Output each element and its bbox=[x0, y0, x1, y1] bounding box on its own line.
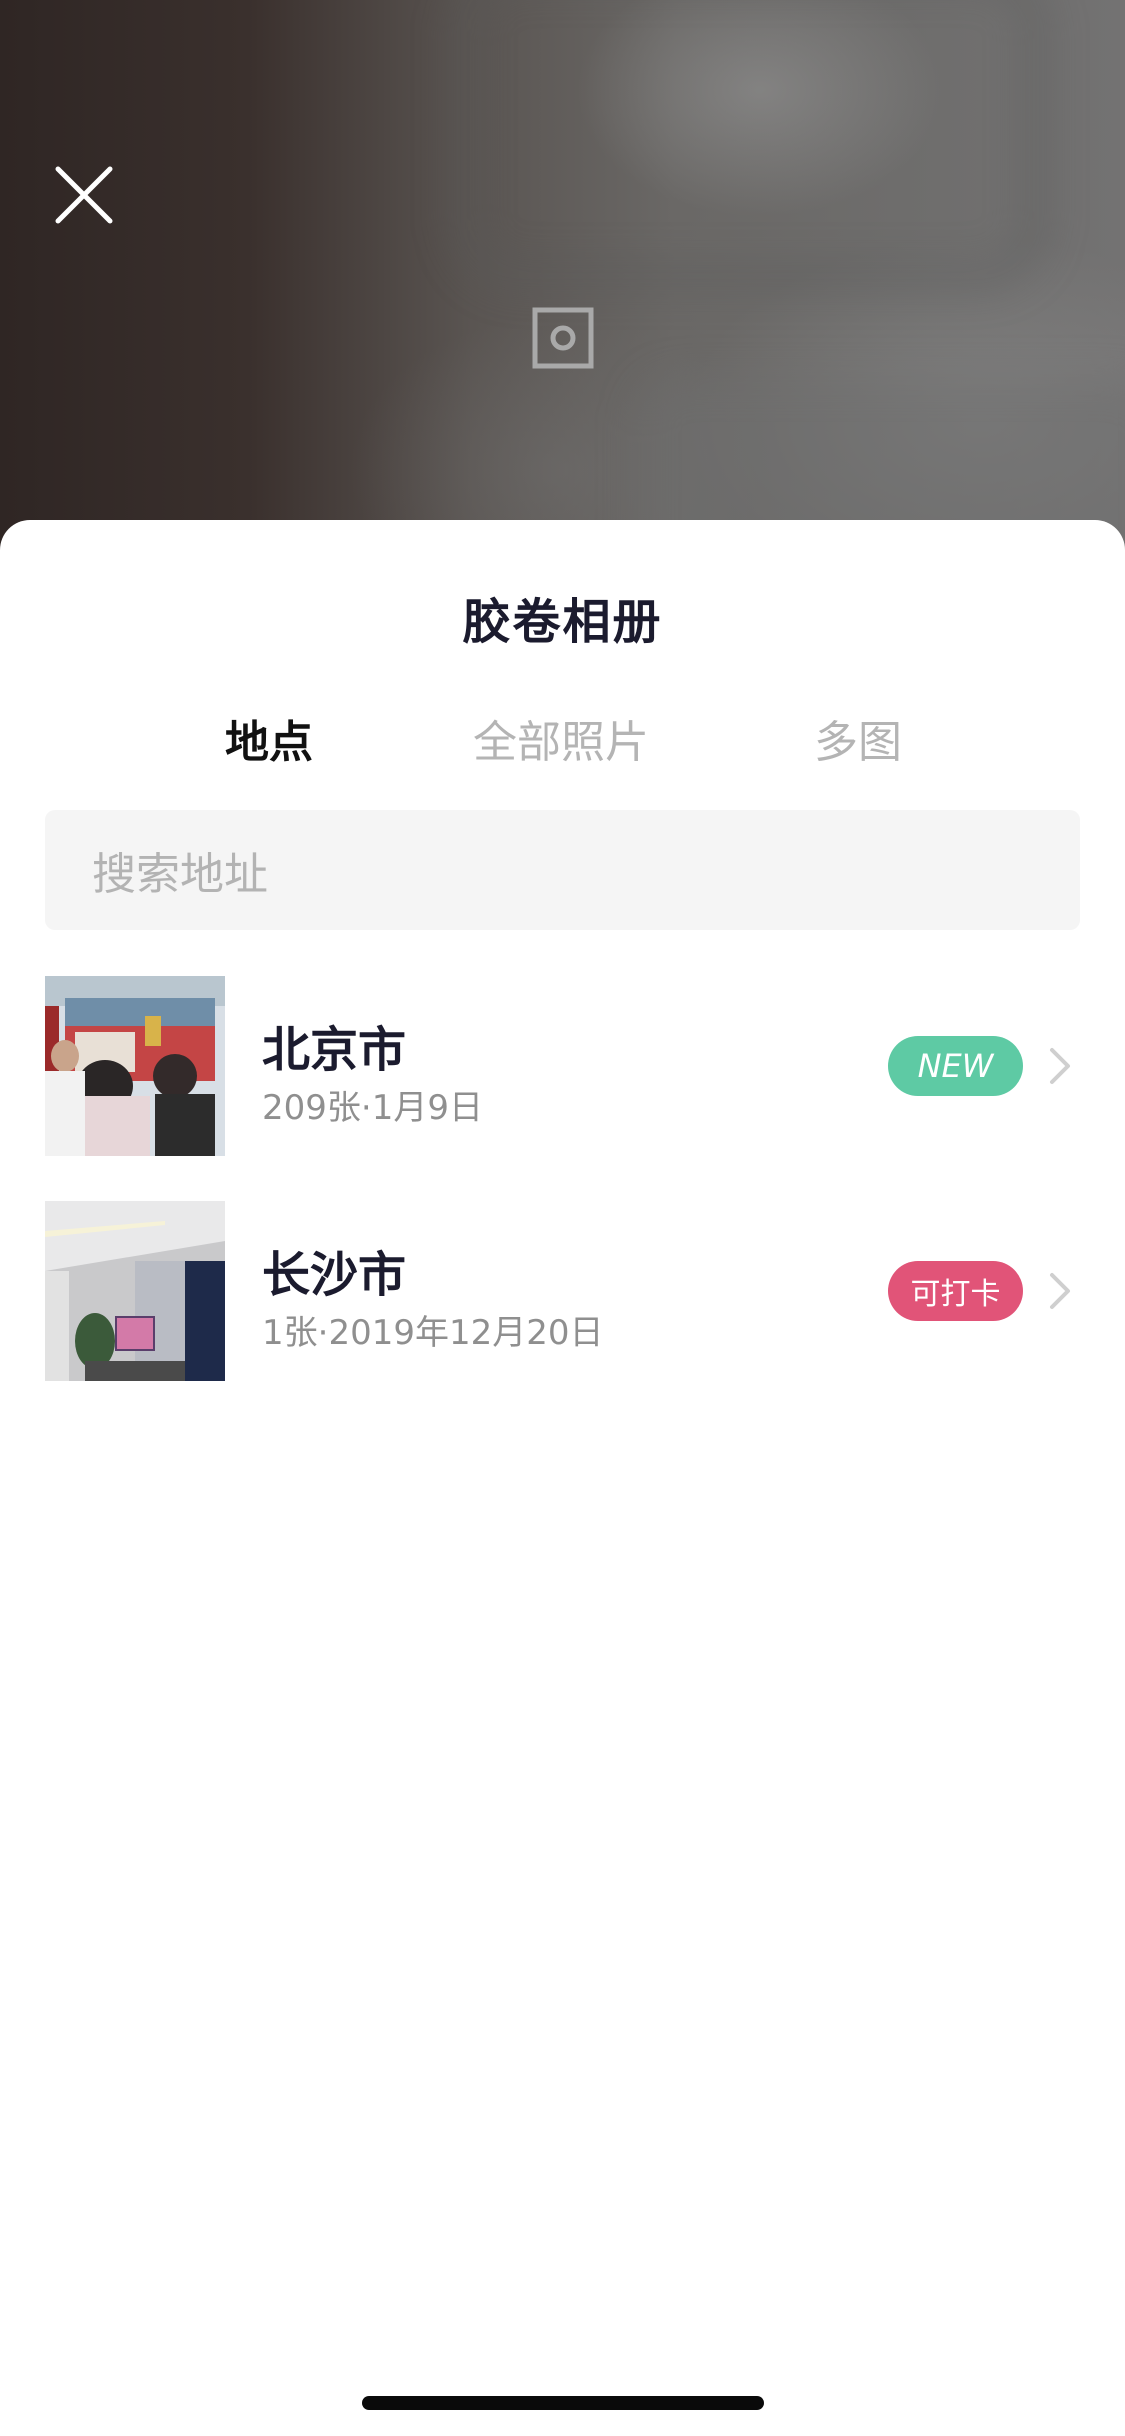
list-item-beijing[interactable]: 北京市 209张·1月9日 NEW bbox=[0, 976, 1125, 1201]
location-name: 北京市 bbox=[262, 1022, 407, 1078]
location-thumbnail bbox=[45, 1201, 225, 1381]
camera-album-screen: 胶卷相册 地点 全部照片 多图 搜索地址 北京市 209张·1月9日 NEW 长… bbox=[0, 0, 1125, 2436]
camera-preview bbox=[0, 0, 1125, 600]
list-item-changsha[interactable]: 长沙市 1张·2019年12月20日 可打卡 bbox=[0, 1201, 1125, 1426]
focus-frame-icon bbox=[531, 306, 595, 370]
tab-bar: 地点 全部照片 多图 bbox=[0, 706, 1125, 768]
location-list: 北京市 209张·1月9日 NEW 长沙市 1张·2019年12月20日 可打卡 bbox=[0, 976, 1125, 1426]
close-button[interactable] bbox=[52, 163, 116, 227]
location-thumbnail bbox=[45, 976, 225, 1156]
home-indicator[interactable] bbox=[362, 2396, 764, 2410]
close-icon bbox=[55, 166, 113, 224]
tab-locations[interactable]: 地点 bbox=[225, 706, 313, 770]
location-subtitle: 1张·2019年12月20日 bbox=[262, 1313, 604, 1353]
search-input[interactable]: 搜索地址 bbox=[45, 810, 1080, 930]
location-name: 长沙市 bbox=[262, 1247, 407, 1303]
tab-all-photos[interactable]: 全部照片 bbox=[473, 706, 649, 770]
chevron-right-icon bbox=[1046, 1046, 1074, 1086]
location-subtitle: 209张·1月9日 bbox=[262, 1088, 483, 1128]
check-in-badge: 可打卡 bbox=[888, 1261, 1023, 1321]
search-placeholder: 搜索地址 bbox=[92, 849, 268, 900]
new-badge: NEW bbox=[888, 1036, 1023, 1096]
tab-multi-photo[interactable]: 多图 bbox=[814, 706, 902, 770]
chevron-right-icon bbox=[1046, 1271, 1074, 1311]
sheet-title: 胶卷相册 bbox=[462, 594, 663, 650]
album-sheet: 胶卷相册 地点 全部照片 多图 搜索地址 北京市 209张·1月9日 NEW 长… bbox=[0, 520, 1125, 2436]
